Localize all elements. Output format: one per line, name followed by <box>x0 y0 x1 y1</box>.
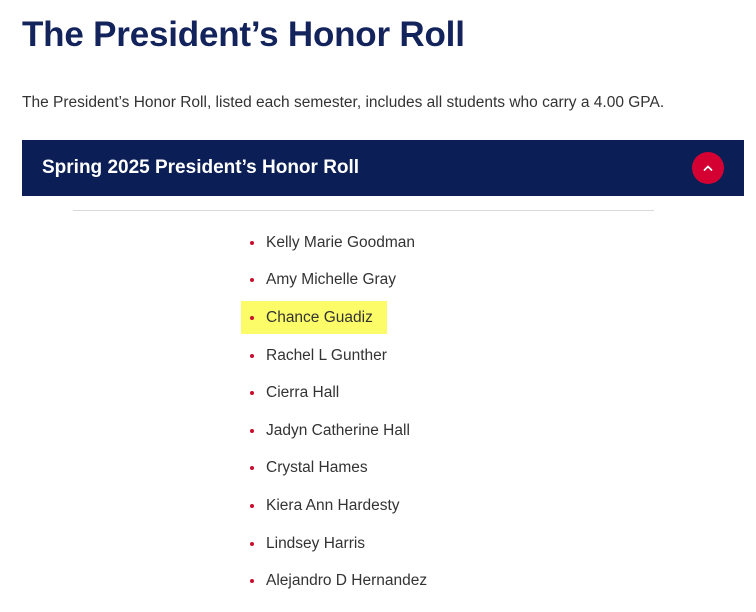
bullet-icon <box>250 391 254 396</box>
student-name: Crystal Hames <box>266 459 368 477</box>
list-item-highlighted: Chance Guadiz <box>240 299 427 337</box>
student-name: Chance Guadiz <box>266 308 373 326</box>
student-name: Amy Michelle Gray <box>266 271 397 289</box>
honor-roll-accordion-header[interactable]: Spring 2025 President’s Honor Roll <box>22 140 744 196</box>
student-name: Lindsey Harris <box>266 534 366 552</box>
bullet-icon <box>250 278 254 283</box>
student-name: Jadyn Catherine Hall <box>266 421 410 439</box>
bullet-icon <box>250 315 254 320</box>
student-name: Kiera Ann Hardesty <box>266 496 400 514</box>
student-name: Alejandro D Hernandez <box>266 572 428 590</box>
honor-roll-list: Kelly Marie Goodman Amy Michelle Gray Ch… <box>240 224 427 600</box>
list-item: Alejandro D Hernandez <box>242 562 427 600</box>
list-item: Jadyn Catherine Hall <box>242 412 427 450</box>
list-item: Lindsey Harris <box>242 525 427 563</box>
bullet-icon <box>250 428 254 433</box>
bullet-icon <box>250 466 254 471</box>
intro-text: The President’s Honor Roll, listed each … <box>22 94 665 111</box>
accordion-title: Spring 2025 President’s Honor Roll <box>42 157 360 178</box>
student-name: Rachel L Gunther <box>266 346 387 364</box>
page-title: The President’s Honor Roll <box>22 15 465 54</box>
bullet-icon <box>250 240 254 245</box>
bullet-icon <box>250 353 254 358</box>
chevron-up-icon <box>703 165 713 171</box>
divider <box>73 210 654 211</box>
list-item: Rachel L Gunther <box>242 337 427 375</box>
list-item: Crystal Hames <box>242 450 427 488</box>
list-item: Cierra Hall <box>242 374 427 412</box>
student-name: Kelly Marie Goodman <box>266 233 416 251</box>
bullet-icon <box>250 503 254 508</box>
bullet-icon <box>250 541 254 546</box>
list-item: Kiera Ann Hardesty <box>242 487 427 525</box>
list-item: Amy Michelle Gray <box>242 262 427 300</box>
collapse-toggle-button[interactable] <box>692 152 724 184</box>
list-item: Kelly Marie Goodman <box>242 224 427 262</box>
student-name: Cierra Hall <box>266 384 340 402</box>
bullet-icon <box>250 579 254 584</box>
